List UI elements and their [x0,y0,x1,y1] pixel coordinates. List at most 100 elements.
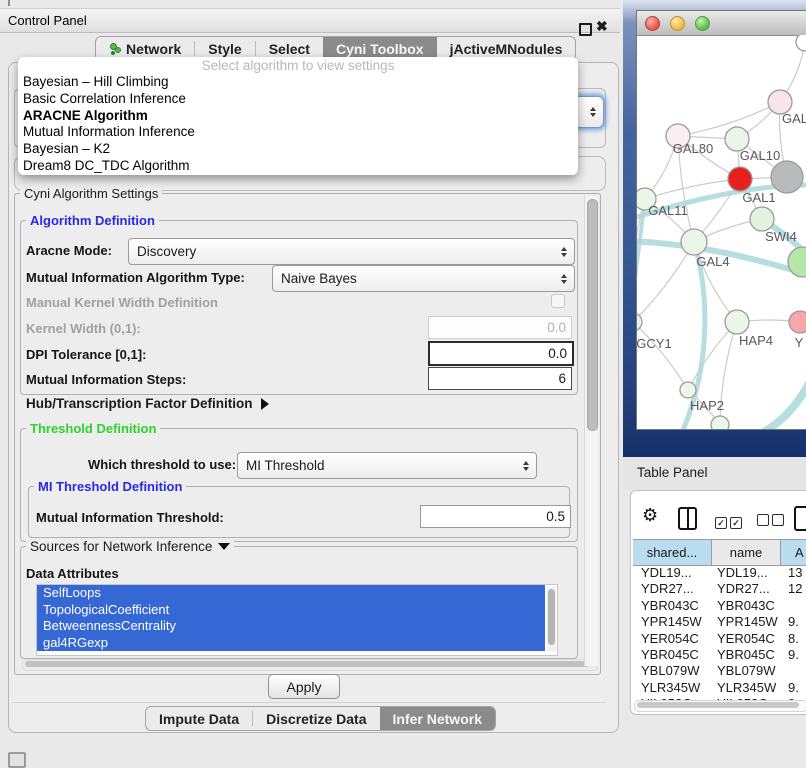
column-header[interactable]: A [781,540,806,565]
which-threshold-value: MI Threshold [246,458,325,473]
mi-algorithm-type-select[interactable]: Naive Bayes [272,265,575,292]
sources-toggle[interactable]: Sources for Network Inference [26,539,234,554]
table-row[interactable]: YLR345WYLR345W9. [633,680,806,696]
dropdown-item[interactable]: Bayesian – Hill Climbing [18,74,578,91]
table-row[interactable]: YBR043CYBR043C [633,598,806,614]
window-edge-tick [8,0,10,6]
algorithm-definition-title: Algorithm Definition [26,213,159,228]
node-label-SWI4: SWI4 [765,229,797,244]
node-bottom-node[interactable] [711,416,729,429]
node-label-HAP4: HAP4 [739,333,773,348]
mi-threshold-input[interactable]: 0.5 [420,505,571,528]
table-horizontal-thumb[interactable] [637,702,799,708]
dropdown-item[interactable]: ARACNE Algorithm [18,108,578,125]
close-icon[interactable]: ✖ [596,18,608,35]
table-horizontal-scrollbar[interactable] [634,700,806,712]
combo-stepper-icon [590,107,596,117]
list-scrollbar[interactable] [547,587,556,651]
close-traffic-light-icon[interactable] [645,16,660,31]
node-gcy1-node[interactable] [637,313,642,331]
node-SWI4[interactable] [750,207,774,231]
node-gray-node[interactable] [771,161,803,193]
node-label-GAL1: GAL1 [742,190,775,205]
node-label-GAL10: GAL10 [740,148,780,163]
apply-button[interactable]: Apply [268,674,340,699]
table-row[interactable]: YBL079WYBL079W [633,663,806,679]
attribute-item[interactable]: TopologicalCoefficient [37,602,545,619]
tab-label: Style [208,41,241,57]
network-canvas[interactable]: GALGAL80GAL10GAL1GAL11SWI4GAL4GCY1HAP4YH… [637,35,806,429]
attribute-item[interactable]: gal4RGexp [37,635,545,652]
mi-threshold-group-title: MI Threshold Definition [34,479,186,494]
settings-vertical-scrollbar[interactable] [584,196,598,666]
tab-label: Cyni Toolbox [336,41,424,57]
tab-discretize-data[interactable]: Discretize Data [253,707,379,730]
mi-algorithm-type-value: Naive Bayes [281,271,357,286]
table-panel-titlebar: Table Panel [623,457,806,490]
table-row[interactable]: YPR145WYPR145W9. [633,614,806,630]
minimize-traffic-light-icon[interactable] [670,16,685,31]
gear-icon[interactable]: ⚙ [642,505,658,526]
table-cell: 9. [781,680,806,696]
table-cell: YBR045C [633,647,712,663]
table-cell: YDL19... [633,565,712,581]
network-window-titlebar[interactable] [637,11,806,36]
node-GAL1[interactable] [728,167,752,191]
columns-icon[interactable] [678,507,697,530]
bottom-corner-icon[interactable] [8,752,26,768]
table-cell: 9. [781,614,806,630]
tab-impute-data[interactable]: Impute Data [146,707,252,730]
settings-horizontal-scrollbar[interactable] [22,659,598,671]
table-row[interactable]: YER054CYER054C8. [633,631,806,647]
table-cell [781,598,806,614]
kernel-width-input[interactable]: 0.0 [428,316,572,339]
cyni-bottom-tabbar: Impute DataDiscretize Data Infer Network [145,706,496,731]
node-HAP2[interactable] [680,382,696,398]
checked-filter-icon[interactable]: ✓✓ [715,513,745,531]
aracne-mode-select[interactable]: Discovery [128,238,575,265]
manual-kernel-checkbox[interactable] [551,294,565,308]
table-row[interactable]: YBR045CYBR045C9. [633,647,806,663]
dropdown-item[interactable]: Mutual Information Inference [18,124,578,141]
edge [637,242,694,322]
dpi-tolerance-input[interactable]: 0.0 [428,341,574,366]
node-label-salmon-node: Y [795,335,804,350]
network-view-window[interactable]: GALGAL80GAL10GAL1GAL11SWI4GAL4GCY1HAP4YH… [636,10,806,430]
table-cell: YDR27... [712,581,781,597]
dropdown-item[interactable]: Bayesian – K2 [18,141,578,158]
hub-definition-toggle[interactable]: Hub/Transcription Factor Definition [26,396,269,411]
which-threshold-select[interactable]: MI Threshold [237,452,537,479]
mi-steps-input[interactable]: 6 [428,367,572,390]
zoom-traffic-light-icon[interactable] [695,16,710,31]
node-big-green[interactable] [788,247,806,277]
mi-steps-label: Mutual Information Steps: [26,372,186,387]
float-window-icon[interactable] [579,23,592,36]
settings-vertical-thumb[interactable] [587,199,598,431]
list-scrollbar-thumb[interactable] [548,589,555,645]
table-cell: YBR045C [712,647,781,663]
column-header[interactable]: name [712,540,781,565]
table-cell: YDR27... [633,581,712,597]
edge [637,322,688,390]
tab-infer-network[interactable]: Infer Network [380,707,495,730]
unchecked-filter-icon[interactable] [757,513,787,531]
node-top-white[interactable] [796,35,806,51]
settings-horizontal-thumb[interactable] [25,661,589,667]
column-header[interactable]: shared... [633,540,712,565]
node-HAP4[interactable] [725,310,749,334]
table-cell: YER054C [712,631,781,647]
hub-definition-label: Hub/Transcription Factor Definition [26,396,253,411]
tab-label: Select [269,41,310,57]
caret-down-icon [218,543,230,550]
dropdown-item[interactable]: Basic Correlation Inference [18,91,578,108]
attribute-item[interactable]: BetweennessCentrality [37,618,545,635]
node-GAL4[interactable] [681,229,707,255]
table-row[interactable]: YDR27...YDR27...12 [633,581,806,597]
node-salmon-node[interactable] [789,311,806,333]
attribute-item[interactable]: SelfLoops [37,585,545,602]
dropdown-item[interactable]: Dream8 DC_TDC Algorithm [18,158,578,175]
node-label-HAP2: HAP2 [690,398,724,413]
partial-toolbar-icon[interactable] [794,506,806,531]
table-row[interactable]: YDL19...YDL19...13 [633,565,806,581]
tab-label: Infer Network [393,711,482,727]
